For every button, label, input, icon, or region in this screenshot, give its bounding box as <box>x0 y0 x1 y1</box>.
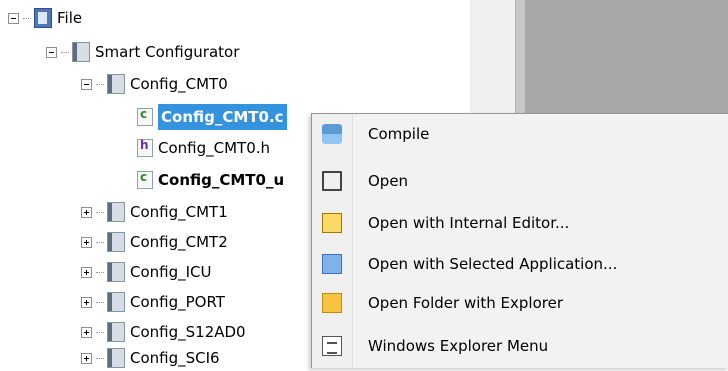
tree-item-config-cmt0-user[interactable]: Config_CMT0_u <box>137 167 284 193</box>
compile-icon <box>322 124 342 144</box>
tree-item-config-cmt0-h[interactable]: Config_CMT0.h <box>137 135 270 161</box>
menu-item-windows-explorer-menu[interactable]: Windows Explorer Menu <box>312 327 728 365</box>
c-file-icon <box>137 170 153 189</box>
tree-item-config-cmt0[interactable]: Config_CMT0 <box>81 71 228 97</box>
expand-icon[interactable] <box>81 236 92 248</box>
menu-item-open-folder-explorer[interactable]: Open Folder with Explorer <box>312 284 728 322</box>
expand-icon[interactable] <box>81 296 92 308</box>
menu-item-open[interactable]: Open <box>312 162 728 200</box>
tree-item-config-cmt2[interactable]: Config_CMT2 <box>81 229 228 255</box>
open-icon <box>322 171 342 191</box>
collapse-icon[interactable] <box>8 12 19 24</box>
expand-icon[interactable] <box>81 206 92 218</box>
folder-icon <box>107 292 125 312</box>
context-menu: Compile Open Open with Internal Editor..… <box>311 113 728 368</box>
menu-list-icon <box>322 336 342 356</box>
tree-item-config-icu[interactable]: Config_ICU <box>81 259 212 285</box>
internal-editor-icon <box>322 213 342 233</box>
folder-icon <box>107 74 125 94</box>
folder-icon <box>107 348 125 368</box>
folder-icon <box>107 202 125 222</box>
explorer-folder-icon <box>322 293 342 313</box>
c-file-icon <box>137 107 153 126</box>
project-icon <box>34 8 52 28</box>
tree-item-config-cmt1[interactable]: Config_CMT1 <box>81 199 228 225</box>
tree-item-config-sci6[interactable]: Config_SCI6 <box>81 345 220 371</box>
menu-item-compile[interactable]: Compile <box>312 115 728 153</box>
expand-icon[interactable] <box>81 266 92 278</box>
folder-icon <box>107 322 125 342</box>
collapse-icon[interactable] <box>81 78 92 90</box>
tree-item-config-s12ad0[interactable]: Config_S12AD0 <box>81 319 246 345</box>
expand-icon[interactable] <box>81 326 92 338</box>
tree-item-file[interactable]: File <box>8 5 82 31</box>
menu-item-open-selected-app[interactable]: Open with Selected Application... <box>312 245 728 283</box>
folder-icon <box>72 42 90 62</box>
tree-item-config-cmt0-c[interactable]: Config_CMT0.c <box>137 104 287 130</box>
h-file-icon <box>137 138 153 157</box>
folder-icon <box>107 232 125 252</box>
collapse-icon[interactable] <box>46 46 57 58</box>
expand-icon[interactable] <box>81 352 92 364</box>
menu-item-open-internal-editor[interactable]: Open with Internal Editor... <box>312 204 728 242</box>
folder-icon <box>107 262 125 282</box>
tree-item-config-port[interactable]: Config_PORT <box>81 289 225 315</box>
application-icon <box>322 254 342 274</box>
tree-item-smart-configurator[interactable]: Smart Configurator <box>46 39 239 65</box>
